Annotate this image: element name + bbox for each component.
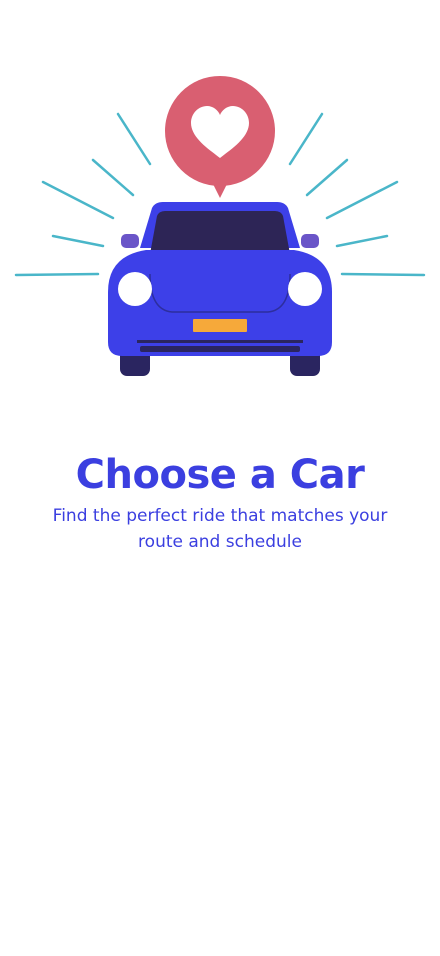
rays-right [288,112,426,277]
page-title: Choose a Car [75,452,365,498]
page-subtitle: Find the perfect ride that matches your … [52,506,388,552]
heart-bubble-icon [165,76,275,198]
car-with-heart-illustration [14,76,426,376]
rays-left [14,112,152,277]
onboarding-screen: Choose a Car Find the perfect ride that … [0,0,440,956]
car-icon [108,202,332,376]
